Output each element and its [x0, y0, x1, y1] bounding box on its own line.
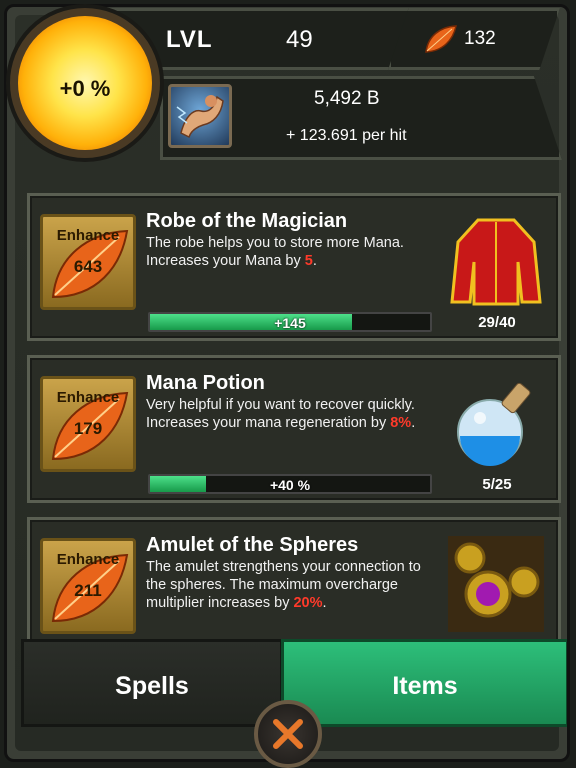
enhance-label: Enhance	[56, 227, 120, 244]
leaf-icon	[425, 25, 457, 53]
item-title: Mana Potion	[146, 372, 265, 394]
tab-items-label: Items	[392, 672, 458, 700]
enhance-button[interactable]: Enhance 211	[40, 538, 136, 634]
level-value: 49	[286, 26, 313, 53]
tab-items[interactable]: Items	[281, 639, 567, 727]
enhance-label: Enhance	[56, 551, 120, 568]
item-description: The amulet strengthens your connection t…	[146, 559, 421, 611]
item-description: The robe helps you to store more Mana. I…	[146, 235, 404, 269]
red-robe-icon	[450, 218, 542, 306]
per-hit-value: + 123.691 per hit	[286, 127, 407, 144]
potion-flask-icon	[457, 382, 531, 466]
close-icon	[273, 719, 303, 749]
upgrade-count: 29/40	[478, 314, 516, 331]
amulet-icon	[448, 536, 544, 632]
progress-label: +40 %	[269, 477, 311, 493]
highlight-value: 5	[304, 253, 313, 269]
enhance-button[interactable]: Enhance 643	[40, 214, 136, 310]
item-card-potion: Enhance 179 Mana Potion Very helpful if …	[27, 355, 561, 503]
upgrade-progress-bar: +145	[148, 312, 432, 332]
level-label: LVL	[166, 26, 213, 53]
muscle-hero-icon	[176, 95, 224, 139]
tab-spells-label: Spells	[115, 672, 189, 700]
enhance-button[interactable]: Enhance 179	[40, 376, 136, 472]
close-button[interactable]	[254, 700, 322, 768]
item-title: Robe of the Magician	[146, 210, 348, 232]
item-card-robe: Enhance 643 Robe of the Magician The rob…	[27, 193, 561, 341]
enhance-cost: 179	[73, 419, 103, 438]
charge-percent: +0 %	[59, 76, 111, 101]
hero-portrait	[168, 84, 232, 148]
highlight-value: 8%	[390, 415, 412, 431]
progress-label: +145	[274, 315, 306, 331]
upgrade-count: 5/25	[482, 476, 512, 493]
item-title: Amulet of the Spheres	[146, 534, 359, 556]
tab-spells[interactable]: Spells	[21, 639, 283, 727]
gold-amount: 5,492 B	[314, 88, 380, 109]
enhance-label: Enhance	[56, 389, 120, 406]
highlight-value: 20%	[293, 595, 323, 611]
upgrade-progress-bar: +40 %	[148, 474, 432, 494]
leaf-count: 132	[464, 28, 496, 49]
enhance-cost: 211	[74, 581, 102, 600]
enhance-cost: 643	[73, 257, 103, 276]
item-description: Very helpful if you want to recover quic…	[146, 397, 416, 431]
